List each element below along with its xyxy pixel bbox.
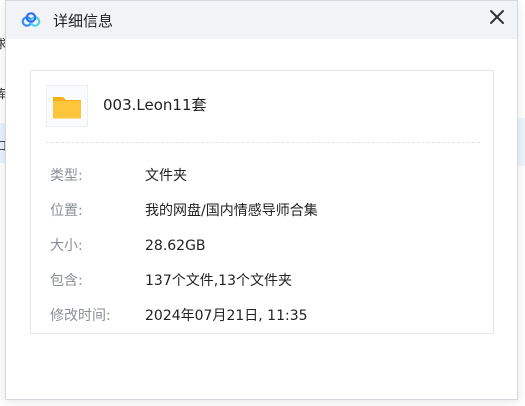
- background-selected-row-right: [518, 118, 525, 166]
- detail-value: 137个文件,13个文件夹: [145, 273, 292, 289]
- divider: [46, 142, 480, 143]
- close-icon[interactable]: [486, 6, 508, 28]
- detail-label: 大小:: [50, 238, 83, 254]
- dialog-title: 详细信息: [53, 12, 114, 30]
- detail-label: 包含:: [50, 273, 83, 289]
- detail-value: 28.62GB: [145, 238, 206, 254]
- file-name: 003.Leon11套: [103, 96, 207, 114]
- folder-icon: [53, 97, 81, 119]
- detail-value[interactable]: 我的网盘/国内情感导师合集: [145, 202, 318, 220]
- screen: 求 库 口 详细信息 003.Leon11套 类型: 文件夹 位置: 我的网盘/…: [0, 0, 525, 406]
- detail-label: 位置:: [50, 203, 83, 219]
- detail-label: 类型:: [50, 168, 83, 184]
- dialog-titlebar[interactable]: 详细信息: [6, 1, 517, 39]
- details-dialog: 详细信息 003.Leon11套 类型: 文件夹 位置: 我的网盘/国内情感导师…: [5, 0, 518, 400]
- baidu-netdisk-logo-icon: [21, 12, 41, 27]
- detail-value: 2024年07月21日, 11:35: [145, 308, 308, 324]
- file-thumbnail: [46, 85, 88, 127]
- detail-value: 文件夹: [145, 168, 187, 184]
- detail-label: 修改时间:: [50, 308, 111, 324]
- file-info-card: 003.Leon11套 类型: 文件夹 位置: 我的网盘/国内情感导师合集 大小…: [30, 70, 494, 334]
